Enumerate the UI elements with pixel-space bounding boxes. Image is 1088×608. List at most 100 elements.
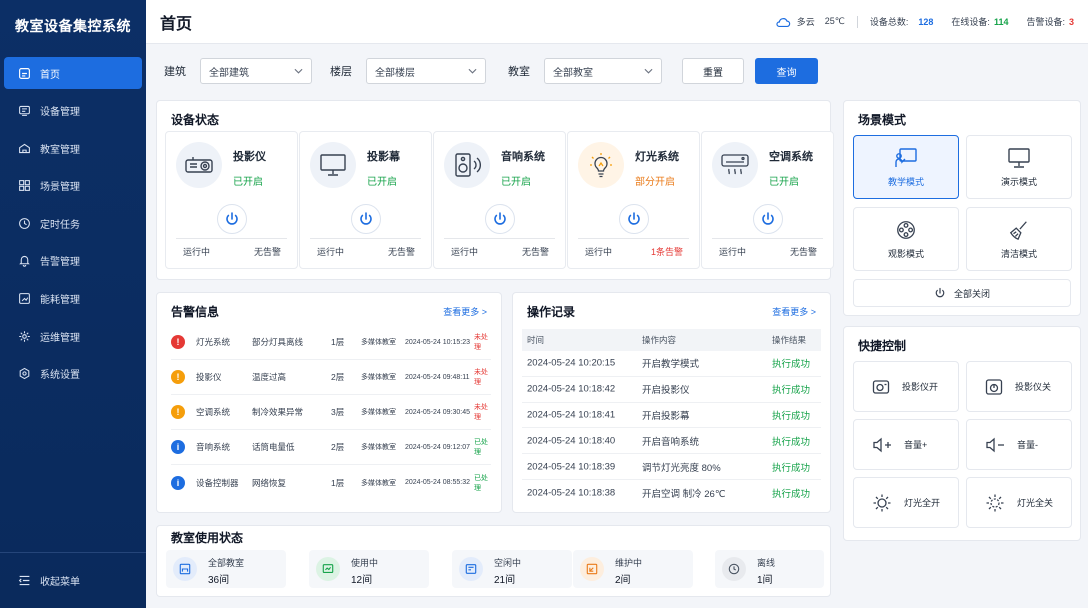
device-divider xyxy=(444,238,555,239)
scene-cinema-button[interactable]: 观影模式 xyxy=(853,207,959,271)
log-row: 2024-05-24 10:18:38 开启空调 制冷 26℃ 执行成功 xyxy=(522,480,821,506)
power-icon xyxy=(627,212,640,225)
power-button[interactable] xyxy=(618,204,649,234)
log-result: 执行成功 xyxy=(772,488,811,500)
volume-down-button[interactable]: 音量- xyxy=(966,419,1072,470)
alarm-row[interactable]: i 音响系统 话筒电量低 2层 多媒体教室 2024-05-24 09:12:0… xyxy=(171,430,491,465)
floor-label: 楼层 xyxy=(330,66,352,78)
light-all-on-button[interactable]: 灯光全开 xyxy=(853,477,959,528)
device-card-speaker[interactable]: 音响系统 已开启 运行中 无告警 xyxy=(433,131,566,269)
sidebar-item-alarms[interactable]: 告警管理 xyxy=(4,245,142,277)
alarm-desc: 话筒电量低 xyxy=(252,442,295,452)
alarm-view-more-link[interactable]: 查看更多 > xyxy=(443,305,487,318)
usage-value: 2间 xyxy=(615,575,631,586)
sidebar-item-label: 运维管理 xyxy=(40,332,80,344)
alarm-row[interactable]: i 设备控制器 网络恢复 1层 多媒体教室 2024-05-24 08:55:3… xyxy=(171,465,491,500)
quick-label: 灯光全关 xyxy=(1017,498,1054,508)
bell-icon xyxy=(19,256,30,268)
power-button[interactable] xyxy=(752,204,783,234)
room-select[interactable]: 全部教室 xyxy=(544,58,662,84)
alarm-info-icon: i xyxy=(171,440,185,454)
sidebar-item-scenes[interactable]: 场景管理 xyxy=(4,170,142,202)
usage-card-maintenance[interactable]: 维护中 2间 xyxy=(573,550,693,588)
scene-label: 观影模式 xyxy=(887,248,924,259)
usage-card-in-use[interactable]: 使用中 12间 xyxy=(309,550,429,588)
light-all-off-button[interactable]: 灯光全关 xyxy=(966,477,1072,528)
alarm-row[interactable]: ! 灯光系统 部分灯具离线 1层 多媒体教室 2024-05-24 10:15:… xyxy=(171,325,491,360)
scene-demo-button[interactable]: 演示模式 xyxy=(966,135,1072,199)
device-card-lighting[interactable]: 灯光系统 部分开启 运行中 1条告警 xyxy=(567,131,700,269)
device-status-text: 已开启 xyxy=(233,177,263,188)
gear-icon xyxy=(19,368,30,380)
projector-on-button[interactable]: 投影仪开 xyxy=(853,361,959,412)
floor-select-value: 全部楼层 xyxy=(375,67,415,79)
alarm-time: 2024-05-24 09:30:45 xyxy=(405,408,470,416)
bulb-icon xyxy=(578,142,624,188)
sidebar-item-devices[interactable]: 设备管理 xyxy=(4,95,142,127)
log-result: 执行成功 xyxy=(772,436,811,448)
chevron-down-icon xyxy=(294,68,303,74)
alarm-devices-label: 告警设备: xyxy=(1026,17,1065,27)
scene-icon xyxy=(19,180,30,192)
projector-icon xyxy=(176,142,222,188)
device-status-text: 已开启 xyxy=(367,177,397,188)
quick-label: 投影仪开 xyxy=(902,382,939,392)
log-row: 2024-05-24 10:18:39 调节灯光亮度 80% 执行成功 xyxy=(522,454,821,480)
building-select[interactable]: 全部建筑 xyxy=(200,58,312,84)
alarm-error-icon: ! xyxy=(171,335,185,349)
total-devices-label: 设备总数: xyxy=(869,17,909,27)
sidebar-item-classrooms[interactable]: 教室管理 xyxy=(4,132,142,164)
weather-text: 多云 xyxy=(796,17,815,27)
scene-teaching-button[interactable]: 教学模式 xyxy=(853,135,959,199)
device-status-title: 设备状态 xyxy=(171,113,220,127)
projector-off-icon xyxy=(985,378,1003,395)
device-icon xyxy=(19,106,30,116)
volume-up-button[interactable]: 音量+ xyxy=(853,419,959,470)
projector-off-button[interactable]: 投影仪关 xyxy=(966,361,1072,412)
device-run-state: 运行中 xyxy=(183,247,211,257)
device-card-ac[interactable]: 空调系统 已开启 运行中 无告警 xyxy=(701,131,834,269)
log-table-header: 时间 操作内容 操作结果 xyxy=(522,329,821,351)
page-title: 首页 xyxy=(160,15,193,33)
alarm-row[interactable]: ! 投影仪 温度过高 2层 多媒体教室 2024-05-24 09:48:11 … xyxy=(171,360,491,395)
device-run-state: 运行中 xyxy=(451,247,479,257)
alarm-floor: 2层 xyxy=(331,442,345,452)
device-alarm-state: 无告警 xyxy=(521,247,549,257)
sidebar-item-settings[interactable]: 系统设置 xyxy=(4,358,142,390)
sidebar-item-schedule[interactable]: 定时任务 xyxy=(4,207,142,239)
log-time: 2024-05-24 10:18:41 xyxy=(527,409,616,421)
device-card-screen[interactable]: 投影幕 已开启 运行中 无告警 xyxy=(299,131,432,269)
in-use-icon xyxy=(316,557,340,581)
usage-card-idle[interactable]: 空闲中 21间 xyxy=(452,550,572,588)
alarm-desc: 制冷效果异常 xyxy=(252,407,304,417)
power-button[interactable] xyxy=(350,204,381,234)
query-button[interactable]: 查询 xyxy=(755,58,818,84)
usage-card-offline[interactable]: 离线 1间 xyxy=(715,550,824,588)
alarm-room: 多媒体教室 xyxy=(361,409,396,416)
log-result: 执行成功 xyxy=(772,410,811,422)
sidebar-item-home[interactable]: 首页 xyxy=(4,57,142,89)
device-divider xyxy=(712,238,823,239)
floor-select[interactable]: 全部楼层 xyxy=(366,58,486,84)
quick-label: 投影仪关 xyxy=(1015,382,1052,392)
scene-cleaning-button[interactable]: 清洁模式 xyxy=(966,207,1072,271)
monitor-icon xyxy=(1008,147,1030,168)
reset-button[interactable]: 重置 xyxy=(682,58,744,84)
sidebar-item-label: 教室管理 xyxy=(40,144,80,156)
power-icon xyxy=(761,212,774,225)
sidebar-item-energy[interactable]: 能耗管理 xyxy=(4,283,142,315)
alarm-row[interactable]: ! 空调系统 制冷效果异常 3层 多媒体教室 2024-05-24 09:30:… xyxy=(171,395,491,430)
device-card-projector[interactable]: 投影仪 已开启 运行中 无告警 xyxy=(165,131,298,269)
alarm-state: 未处理 xyxy=(474,369,488,386)
log-view-more-link[interactable]: 查看更多 > xyxy=(772,305,816,318)
operation-log-panel: 操作记录 查看更多 > 时间 操作内容 操作结果 2024-05-24 10:2… xyxy=(512,292,831,513)
power-button[interactable] xyxy=(484,204,515,234)
sidebar-item-label: 设备管理 xyxy=(40,107,80,119)
usage-card-all[interactable]: 全部教室 36间 xyxy=(166,550,286,588)
sidebar-item-maintenance[interactable]: 运维管理 xyxy=(4,320,142,352)
collapse-menu-button[interactable]: 收起菜单 xyxy=(0,552,146,608)
temperature-text: 25℃ xyxy=(824,16,845,26)
all-off-button[interactable]: 全部关闭 xyxy=(853,279,1071,307)
energy-icon xyxy=(19,293,30,304)
power-button[interactable] xyxy=(216,204,247,234)
